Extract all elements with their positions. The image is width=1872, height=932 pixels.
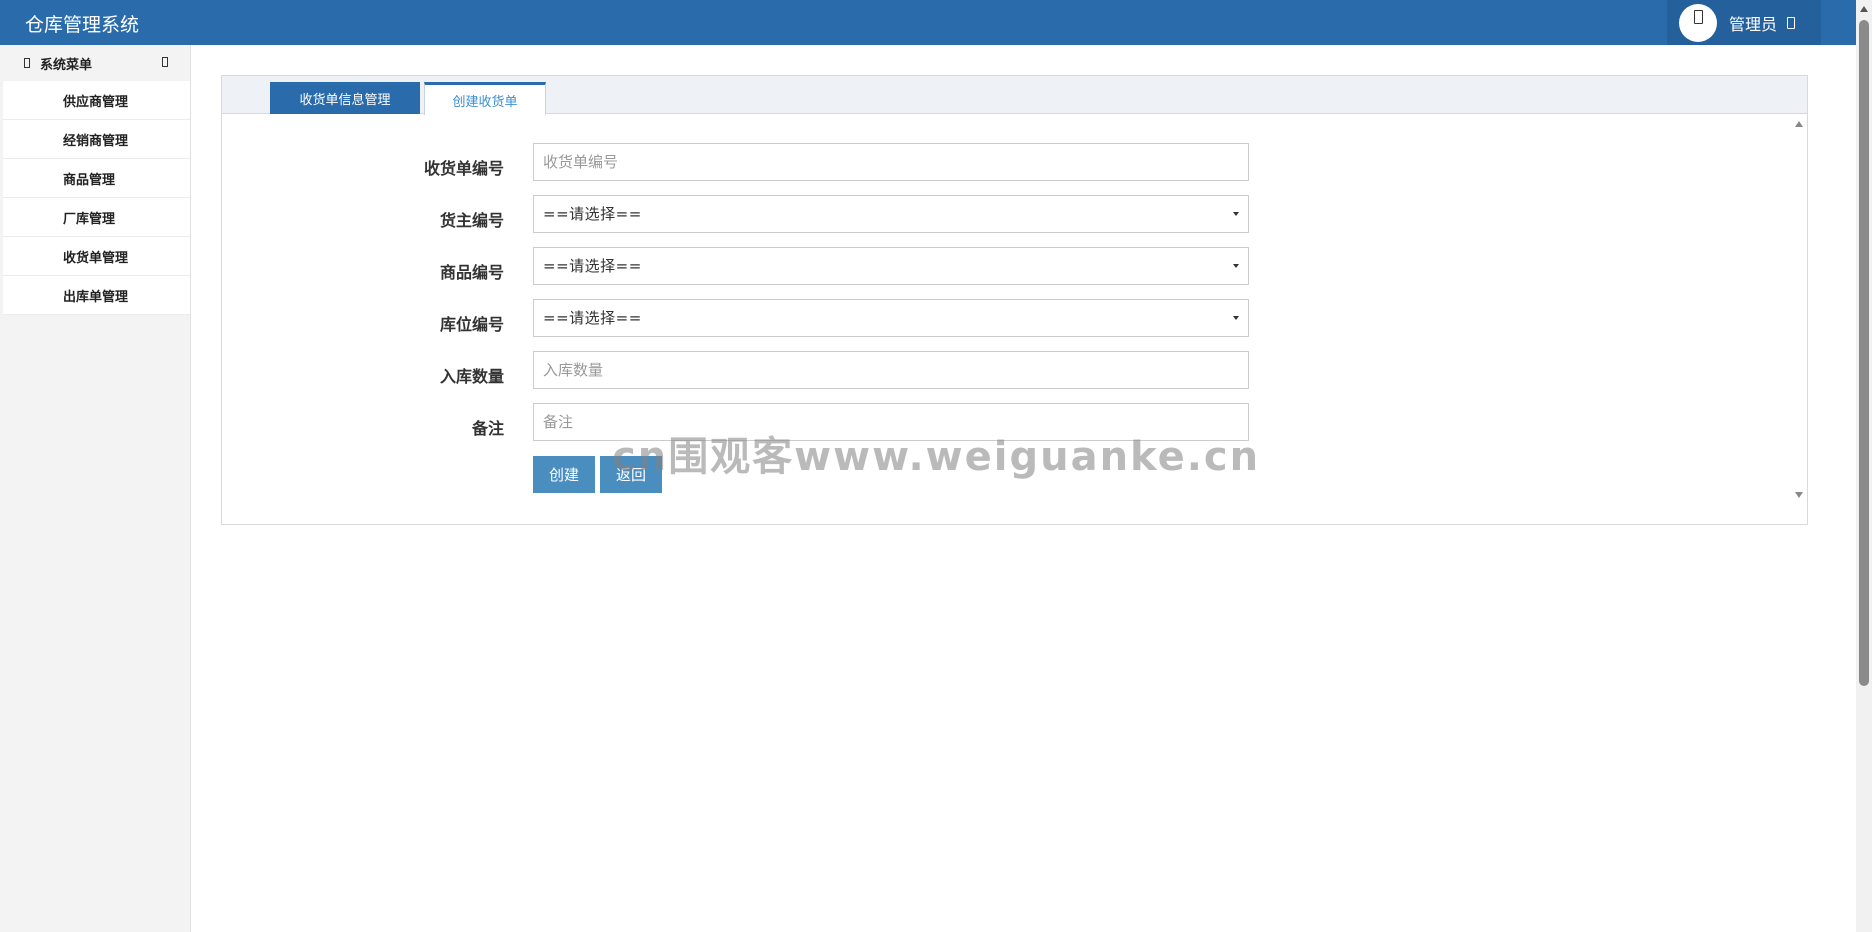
sidebar-item-goods[interactable]: 商品管理 [3,159,190,198]
form-row-owner-no: 货主编号 ==请选择== [222,195,1262,233]
owner-no-value: ==请选择== [543,205,642,223]
avatar[interactable] [1679,3,1717,42]
tab-bar: 收货单信息管理 创建收货单 [222,76,1807,115]
goods-no-value: ==请选择== [543,257,642,275]
top-header-bar: 仓库管理系统 管理员 [0,0,1856,45]
sidebar-item-outbound[interactable]: 出库单管理 [3,276,190,315]
location-no-label: 库位编号 [439,315,504,334]
owner-no-label: 货主编号 [439,211,504,230]
quantity-input[interactable]: 入库数量 [533,351,1249,389]
quantity-label: 入库数量 [439,367,504,386]
chevron-down-icon [1233,264,1239,268]
chevron-down-icon [1233,212,1239,216]
goods-no-select[interactable]: ==请选择== [533,247,1249,285]
scroll-up-icon[interactable] [1795,121,1803,127]
collapse-icon[interactable] [162,57,168,67]
form-row-receipt-no: 收货单编号 收货单编号 [222,143,1262,181]
receipt-no-label: 收货单编号 [423,159,504,178]
sidebar-item-warehouse[interactable]: 厂库管理 [3,198,190,237]
scrollbar-thumb[interactable] [1859,20,1869,686]
caret-icon[interactable] [1787,16,1796,29]
scroll-down-icon[interactable] [1795,492,1803,498]
sidebar-item-receipt[interactable]: 收货单管理 [3,237,190,276]
owner-no-select[interactable]: ==请选择== [533,195,1249,233]
receipt-no-input[interactable]: 收货单编号 [533,143,1249,181]
form-row-location-no: 库位编号 ==请选择== [222,299,1262,337]
tab-receipt-info[interactable]: 收货单信息管理 [270,82,420,114]
location-no-select[interactable]: ==请选择== [533,299,1249,337]
location-no-value: ==请选择== [543,309,642,327]
app-title: 仓库管理系统 [25,14,140,36]
form-row-quantity: 入库数量 入库数量 [222,351,1262,389]
create-button[interactable]: 创建 [533,456,595,493]
watermark-text: cn围观客www.weiguanke.cn [612,434,1261,480]
user-menu[interactable]: 管理员 [1667,0,1821,45]
sidebar-header-label: 系统菜单 [40,57,93,73]
page-scrollbar[interactable] [1856,0,1872,932]
remark-label: 备注 [471,419,504,438]
sidebar-item-distributor[interactable]: 经销商管理 [3,120,190,159]
scroll-up-icon[interactable] [1860,6,1868,12]
sidebar: 系统菜单 供应商管理 经销商管理 商品管理 厂库管理 收货单管理 出库单管理 [0,45,191,932]
goods-no-label: 商品编号 [439,263,504,282]
chevron-down-icon [1233,316,1239,320]
tab-create-receipt[interactable]: 创建收货单 [424,82,546,115]
user-name[interactable]: 管理员 [1729,11,1777,35]
form-row-goods-no: 商品编号 ==请选择== [222,247,1262,285]
menu-icon [24,58,30,68]
sidebar-item-supplier[interactable]: 供应商管理 [3,81,190,120]
sidebar-menu-header[interactable]: 系统菜单 [0,45,190,81]
user-icon [1694,9,1703,24]
